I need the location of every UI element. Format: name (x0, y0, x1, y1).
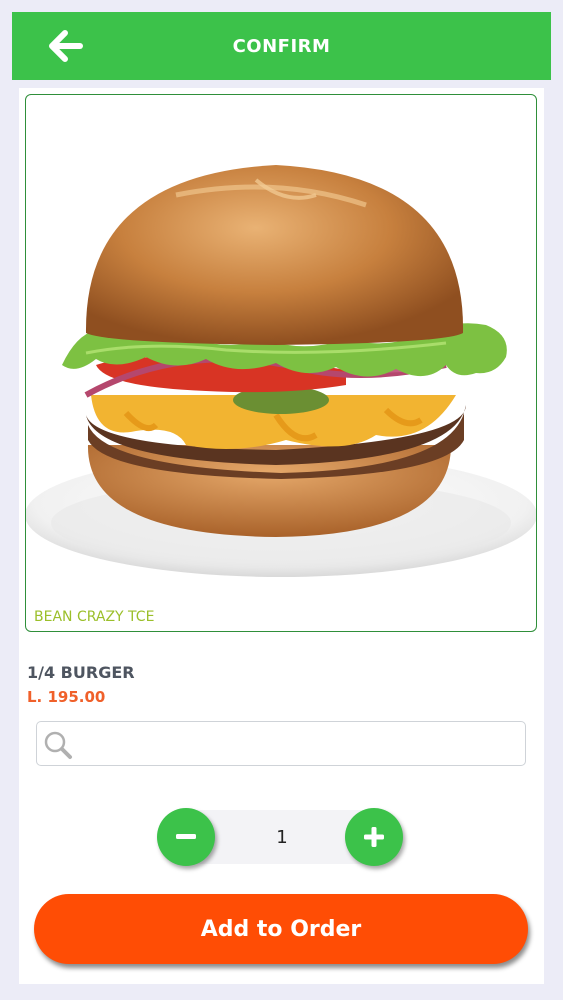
minus-icon (176, 834, 196, 839)
decrease-quantity-button[interactable] (157, 808, 215, 866)
quantity-value: 1 (197, 810, 367, 864)
brand-name: BEAN CRAZY TCE (34, 609, 155, 625)
page-title: CONFIRM (232, 35, 331, 57)
add-to-order-button[interactable]: Add to Order (34, 894, 528, 964)
product-price: L. 195.00 (27, 688, 106, 706)
search-icon (44, 731, 72, 759)
search-input[interactable] (77, 728, 521, 760)
product-image-frame: BEAN CRAZY TCE (25, 94, 537, 632)
increase-quantity-button[interactable] (345, 808, 403, 866)
notes-search-field[interactable] (36, 721, 526, 766)
back-button[interactable] (46, 28, 86, 64)
plus-icon (364, 827, 384, 847)
product-name: 1/4 BURGER (27, 663, 135, 682)
quantity-stepper: 1 (157, 808, 407, 868)
top-bar: CONFIRM (12, 12, 551, 80)
burger-image (26, 165, 536, 577)
arrow-left-icon (49, 30, 83, 62)
product-card: BEAN CRAZY TCE 1/4 BURGER L. 195.00 1 Ad… (19, 88, 544, 984)
